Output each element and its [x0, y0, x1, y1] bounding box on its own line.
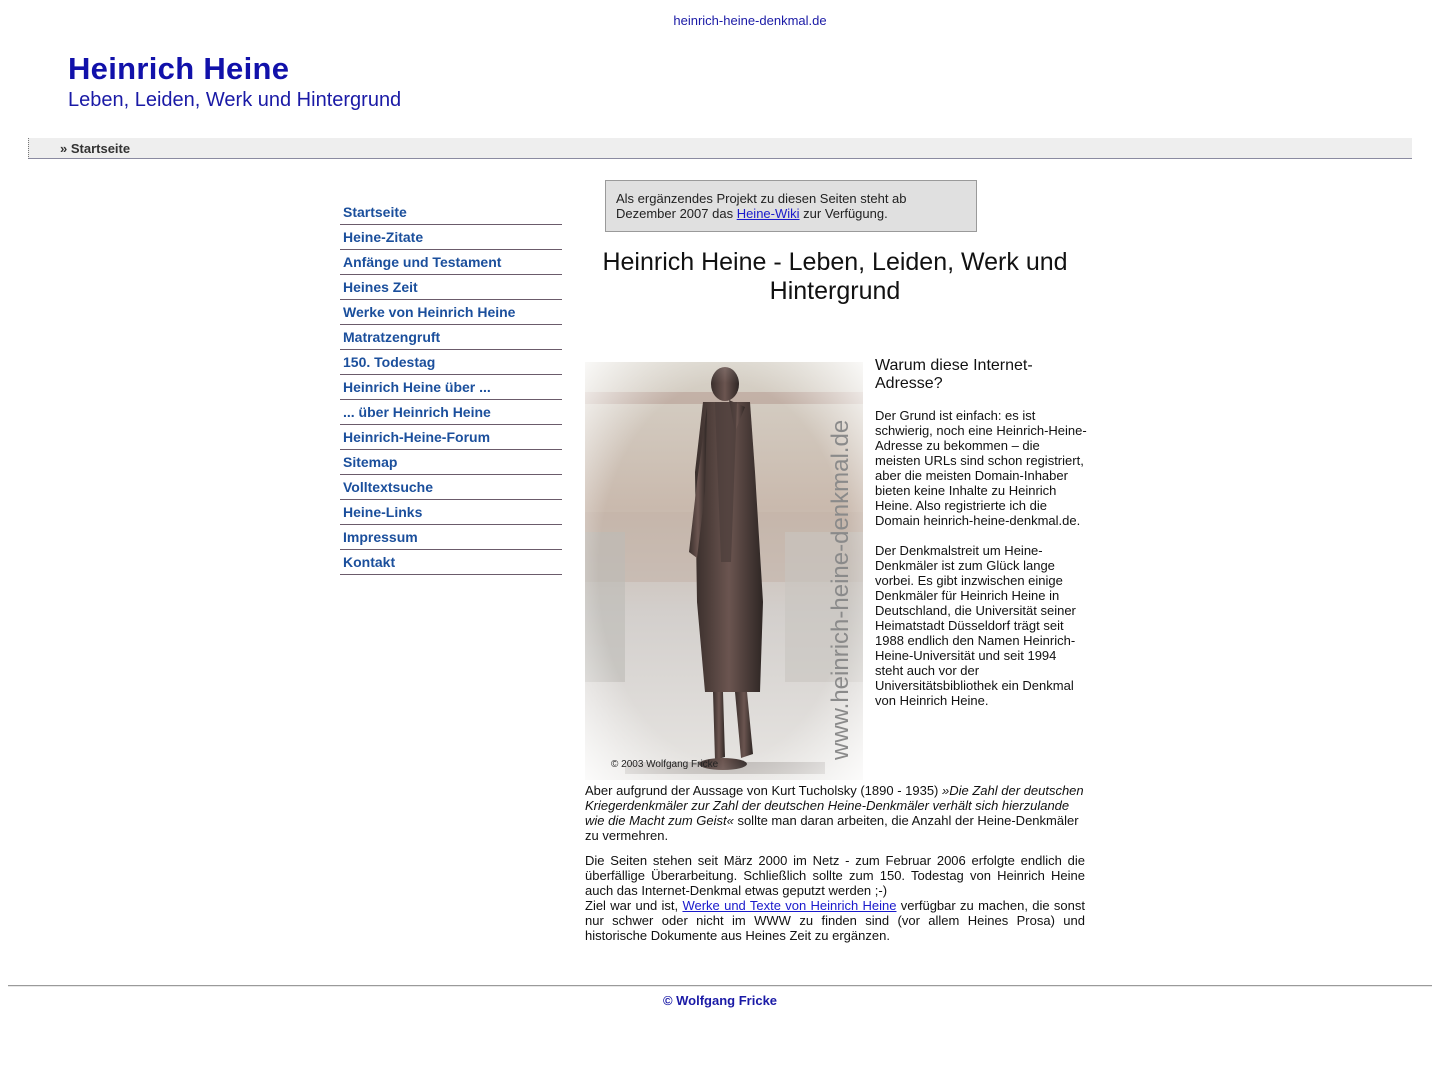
nav-item-anfaenge-testament[interactable]: Anfänge und Testament: [340, 250, 562, 275]
breadcrumb: » Startseite: [28, 138, 1412, 159]
nav-item-volltextsuche[interactable]: Volltextsuche: [340, 475, 562, 500]
nav-item-ueber-heine[interactable]: ... über Heinrich Heine: [340, 400, 562, 425]
heine-monument-photo: www.heinrich-heine-denkmal.de © 2003 Wol…: [585, 362, 863, 780]
footer-copyright: © Wolfgang Fricke: [662, 993, 778, 1008]
nav-item-label: Kontakt: [343, 554, 396, 570]
side-paragraph-2: Der Denkmalstreit um Heine-Denkmäler ist…: [875, 543, 1076, 708]
nav-item-startseite[interactable]: Startseite: [340, 200, 562, 225]
nav-item-label: Sitemap: [343, 454, 398, 470]
nav-item-label: Anfänge und Testament: [343, 254, 502, 270]
site-title: Heinrich Heine: [68, 51, 290, 80]
quote-intro: Aber aufgrund der Aussage von Kurt Tucho…: [585, 783, 942, 798]
nav-item-label: Volltextsuche: [343, 479, 433, 495]
nav-item-label: Impressum: [343, 529, 418, 545]
nav-item-label: Heine-Links: [343, 504, 423, 520]
heine-wiki-link[interactable]: Heine-Wiki: [737, 206, 800, 221]
tucholsky-paragraph: Aber aufgrund der Aussage von Kurt Tucho…: [585, 783, 1085, 843]
nav-item-heine-ueber[interactable]: Heinrich Heine über ...: [340, 375, 562, 400]
nav-item-label: Heine-Zitate: [343, 229, 424, 245]
history-text: Die Seiten stehen seit März 2000 im Netz…: [585, 853, 1085, 898]
site-subtitle: Leben, Leiden, Werk und Hintergrund: [68, 89, 402, 111]
nav-item-label: Heinrich-Heine-Forum: [343, 429, 491, 445]
nav-item-werke[interactable]: Werke von Heinrich Heine: [340, 300, 562, 325]
goal-text: Ziel war und ist,: [585, 898, 683, 913]
notice-text-end: zur Verfügung.: [799, 206, 888, 221]
nav-item-label: Startseite: [343, 204, 407, 220]
why-this-address: Warum diese Internet-Adresse? Der Grund …: [875, 357, 1087, 711]
photo-watermark: www.heinrich-heine-denkmal.de: [827, 420, 854, 761]
nav-item-label: ... über Heinrich Heine: [343, 404, 491, 420]
wiki-notice: Als ergänzendes Projekt zu diesen Seiten…: [605, 180, 977, 232]
nav-item-label: Werke von Heinrich Heine: [343, 304, 516, 320]
nav-item-kontakt[interactable]: Kontakt: [340, 550, 562, 575]
side-heading: Warum diese Internet-Adresse?: [875, 357, 1033, 392]
nav-item-heines-zeit[interactable]: Heines Zeit: [340, 275, 562, 300]
nav-item-heine-zitate[interactable]: Heine-Zitate: [340, 225, 562, 250]
nav-item-forum[interactable]: Heinrich-Heine-Forum: [340, 425, 562, 450]
domain-link[interactable]: heinrich-heine-denkmal.de: [0, 13, 1440, 28]
footer-divider: [8, 985, 1432, 987]
breadcrumb-current: » Startseite: [60, 141, 131, 156]
history-paragraph: Die Seiten stehen seit März 2000 im Netz…: [585, 853, 1085, 943]
nav-item-matratzengruft[interactable]: Matratzengruft: [340, 325, 562, 350]
nav-item-label: Matratzengruft: [343, 329, 441, 345]
nav-item-label: Heines Zeit: [343, 279, 418, 295]
werke-texte-link[interactable]: Werke und Texte von Heinrich Heine: [682, 898, 896, 913]
nav-item-heine-links[interactable]: Heine-Links: [340, 500, 562, 525]
nav-item-sitemap[interactable]: Sitemap: [340, 450, 562, 475]
nav-item-todestag[interactable]: 150. Todestag: [340, 350, 562, 375]
nav-item-label: Heinrich Heine über ...: [343, 379, 491, 395]
side-paragraph-1: Der Grund ist einfach: es ist schwierig,…: [875, 408, 1087, 528]
main-nav: Startseite Heine-Zitate Anfänge und Test…: [340, 200, 562, 575]
nav-item-label: 150. Todestag: [343, 354, 436, 370]
main-text: Aber aufgrund der Aussage von Kurt Tucho…: [585, 783, 1085, 953]
photo-copyright: © 2003 Wolfgang Fricke: [611, 759, 719, 770]
nav-item-impressum[interactable]: Impressum: [340, 525, 562, 550]
page-title: Heinrich Heine - Leben, Leiden, Werk und…: [602, 248, 1068, 305]
